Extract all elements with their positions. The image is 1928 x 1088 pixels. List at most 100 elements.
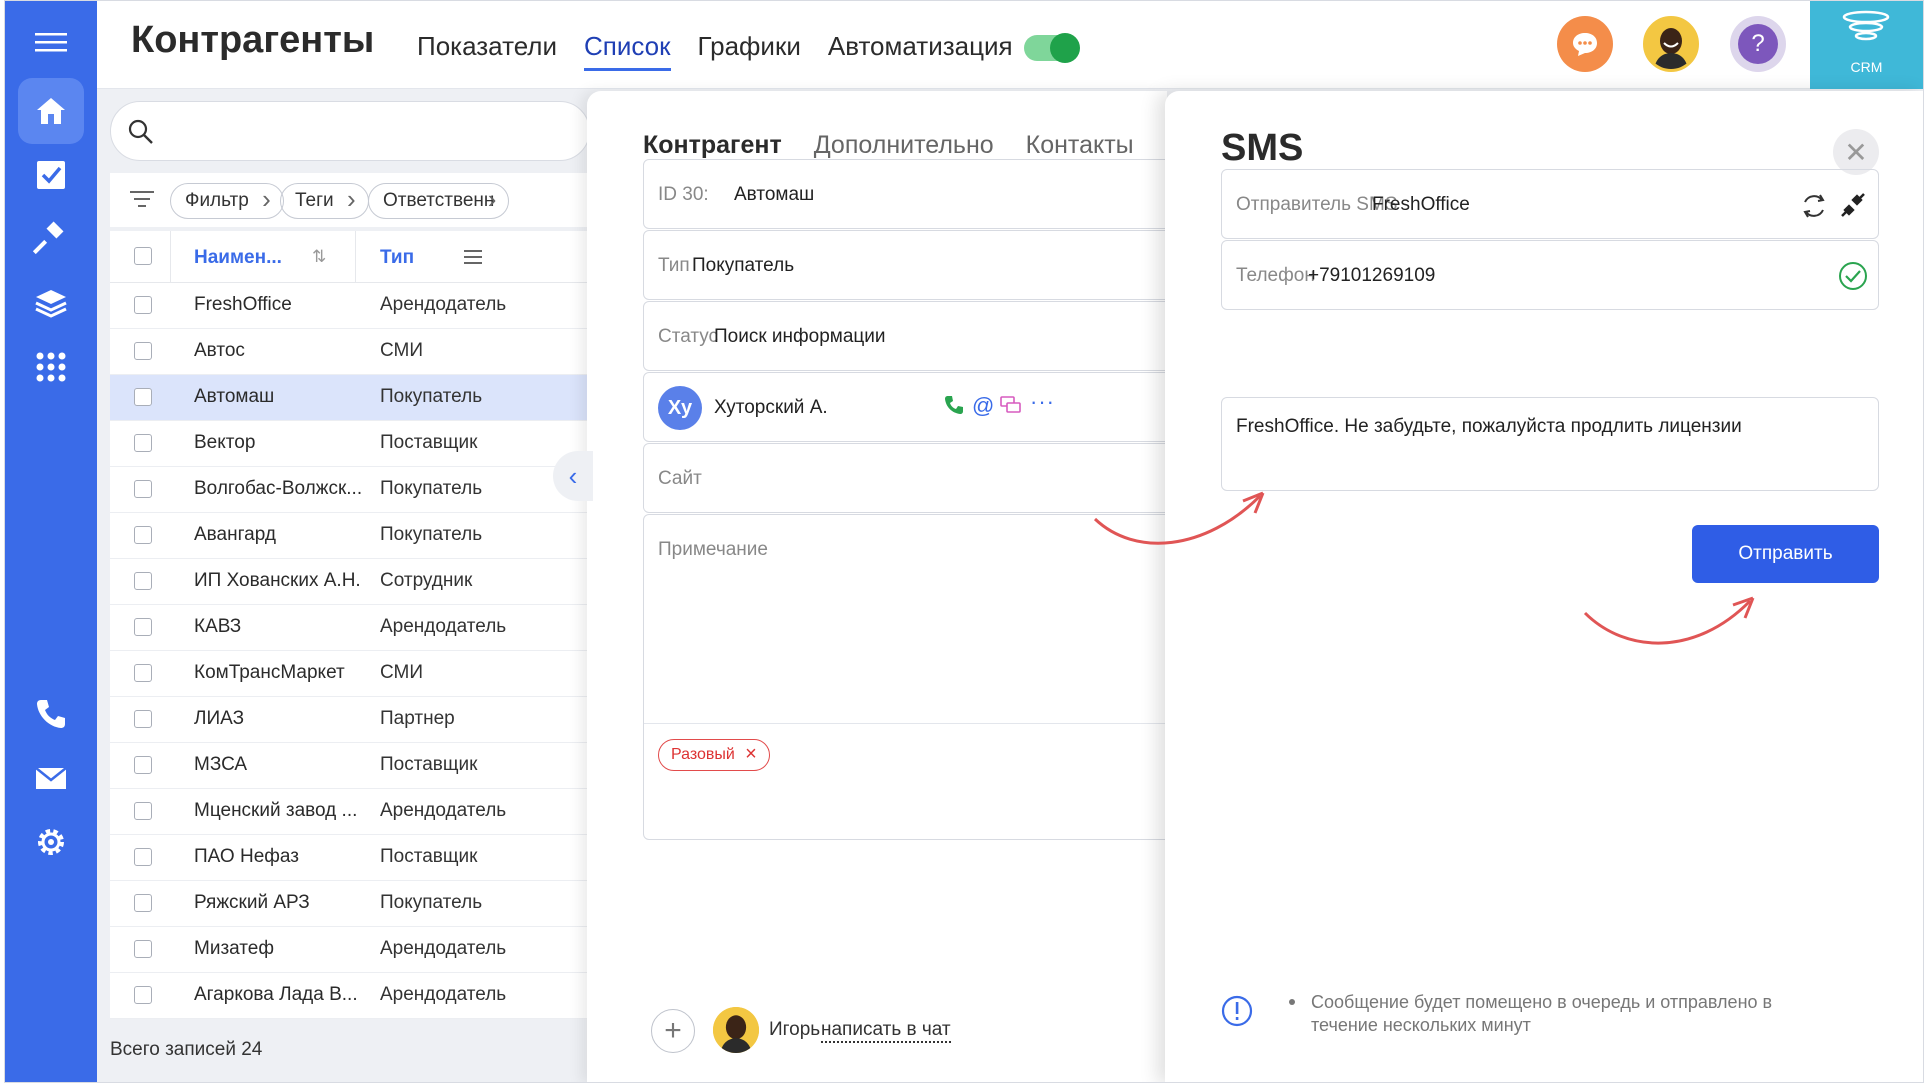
row-checkbox[interactable] (134, 388, 152, 406)
tab-list[interactable]: Список (583, 31, 671, 71)
row-checkbox[interactable] (134, 940, 152, 958)
more-options-icon[interactable]: ··· (1030, 389, 1055, 415)
row-checkbox[interactable] (134, 848, 152, 866)
column-name-header[interactable]: Наимен... (194, 247, 282, 269)
row-name[interactable]: Волгобас-Волжск... (194, 478, 362, 500)
tab-indicators[interactable]: Показатели (417, 31, 557, 71)
plug-disconnect-icon[interactable] (1840, 192, 1866, 218)
table-row[interactable]: Вектор Поставщик (110, 421, 590, 467)
id-field[interactable]: ID 30: Автомаш (643, 159, 1167, 229)
row-checkbox[interactable] (134, 296, 152, 314)
row-checkbox[interactable] (134, 894, 152, 912)
sms-phone-field[interactable]: Телефон +79101269109 (1221, 240, 1879, 310)
table-row[interactable]: Автомаш Покупатель (110, 375, 590, 421)
row-name[interactable]: Авангард (194, 524, 276, 546)
table-row[interactable]: ИП Хованских А.Н. Сотрудник (110, 559, 590, 605)
send-button[interactable]: Отправить (1692, 525, 1879, 583)
row-checkbox[interactable] (134, 342, 152, 360)
table-row[interactable]: КомТрансМаркет СМИ (110, 651, 590, 697)
table-row[interactable]: Автос СМИ (110, 329, 590, 375)
tab-additional[interactable]: Дополнительно (814, 131, 994, 160)
tab-contacts[interactable]: Контакты (1026, 131, 1134, 160)
tab-charts[interactable]: Графики (698, 31, 801, 71)
row-name[interactable]: ЛИАЗ (194, 708, 244, 730)
row-checkbox[interactable] (134, 526, 152, 544)
table-row[interactable]: ПАО Нефаз Поставщик (110, 835, 590, 881)
row-name[interactable]: Автос (194, 340, 245, 362)
table-row[interactable]: Мценский завод ... Арендодатель (110, 789, 590, 835)
site-field[interactable]: Сайт (643, 443, 1167, 513)
row-name[interactable]: Ряжский АРЗ (194, 892, 310, 914)
automation-toggle[interactable] (1024, 33, 1080, 63)
contact-field[interactable]: Ху Хуторский А. @ ··· (643, 372, 1167, 442)
sms-message-textarea[interactable]: FreshOffice. Не забудьте, пожалуйста про… (1221, 397, 1879, 491)
search-input[interactable] (110, 101, 590, 161)
chat-bubble-button[interactable] (1557, 16, 1613, 72)
layers-icon[interactable] (18, 270, 84, 336)
select-all-checkbox[interactable] (134, 247, 152, 265)
tab-automation[interactable]: Автоматизация (828, 31, 1013, 71)
mail-icon[interactable] (18, 745, 84, 811)
table-row[interactable]: Волгобас-Волжск... Покупатель (110, 467, 590, 513)
row-checkbox[interactable] (134, 756, 152, 774)
column-menu-icon[interactable] (464, 249, 482, 265)
row-name[interactable]: Мценский завод ... (194, 800, 357, 822)
row-checkbox[interactable] (134, 802, 152, 820)
row-name[interactable]: КАВЗ (194, 616, 241, 638)
tag-one-time[interactable]: Разовый (658, 739, 770, 771)
add-button[interactable]: + (651, 1009, 695, 1053)
row-name[interactable]: ИП Хованских А.Н. (194, 570, 361, 592)
row-checkbox[interactable] (134, 572, 152, 590)
row-name[interactable]: МЗСА (194, 754, 247, 776)
table-row[interactable]: КАВЗ Арендодатель (110, 605, 590, 651)
user-avatar[interactable] (1643, 16, 1699, 72)
filter-chip[interactable]: Фильтр (170, 182, 284, 219)
tab-counterparty[interactable]: Контрагент (643, 131, 782, 160)
row-name[interactable]: Агаркова Лада В... (194, 984, 358, 1006)
row-checkbox[interactable] (134, 480, 152, 498)
row-name[interactable]: КомТрансМаркет (194, 662, 345, 684)
help-button[interactable]: ? (1730, 16, 1786, 72)
responsible-chip[interactable]: Ответственн (368, 182, 510, 219)
email-at-icon[interactable]: @ (972, 393, 994, 419)
table-row[interactable]: FreshOffice Арендодатель (110, 283, 590, 329)
sort-icon[interactable]: ⇅ (312, 247, 326, 267)
note-field[interactable]: Примечание Разовый (643, 514, 1167, 840)
row-name[interactable]: Мизатеф (194, 938, 274, 960)
tasks-icon[interactable] (18, 142, 84, 208)
hammer-icon[interactable] (18, 206, 84, 272)
phone-icon[interactable] (18, 681, 84, 747)
table-row[interactable]: Ряжский АРЗ Покупатель (110, 881, 590, 927)
column-type-header[interactable]: Тип (380, 247, 414, 269)
write-to-chat-link[interactable]: написать в чат (821, 1019, 951, 1043)
contact-name[interactable]: Хуторский А. (714, 397, 828, 419)
row-checkbox[interactable] (134, 986, 152, 1004)
home-icon[interactable] (18, 78, 84, 144)
sms-sender-field[interactable]: Отправитель SMS FreshOffice (1221, 169, 1879, 239)
filter-lines-icon[interactable] (130, 189, 154, 209)
row-checkbox[interactable] (134, 710, 152, 728)
row-name[interactable]: Автомаш (194, 386, 274, 408)
row-name[interactable]: Вектор (194, 432, 255, 454)
menu-icon[interactable] (18, 9, 84, 75)
row-name[interactable]: ПАО Нефаз (194, 846, 299, 868)
table-row[interactable]: Агаркова Лада В... Арендодатель (110, 973, 590, 1019)
row-name[interactable]: FreshOffice (194, 294, 292, 316)
table-row[interactable]: Авангард Покупатель (110, 513, 590, 559)
status-field[interactable]: Статус Поиск информации (643, 301, 1167, 371)
sms-chat-icon[interactable] (1000, 395, 1022, 415)
row-checkbox[interactable] (134, 434, 152, 452)
settings-gear-icon[interactable] (18, 809, 84, 875)
refresh-icon[interactable] (1800, 192, 1828, 220)
type-field[interactable]: Тип Покупатель (643, 230, 1167, 300)
table-row[interactable]: МЗСА Поставщик (110, 743, 590, 789)
tags-chip[interactable]: Теги (280, 182, 369, 219)
crm-logo[interactable]: CRM (1810, 1, 1923, 89)
apps-grid-icon[interactable] (18, 334, 84, 400)
call-icon[interactable] (944, 395, 964, 415)
row-checkbox[interactable] (134, 618, 152, 636)
table-row[interactable]: Мизатеф Арендодатель (110, 927, 590, 973)
row-type: Покупатель (380, 478, 483, 499)
table-row[interactable]: ЛИАЗ Партнер (110, 697, 590, 743)
row-checkbox[interactable] (134, 664, 152, 682)
